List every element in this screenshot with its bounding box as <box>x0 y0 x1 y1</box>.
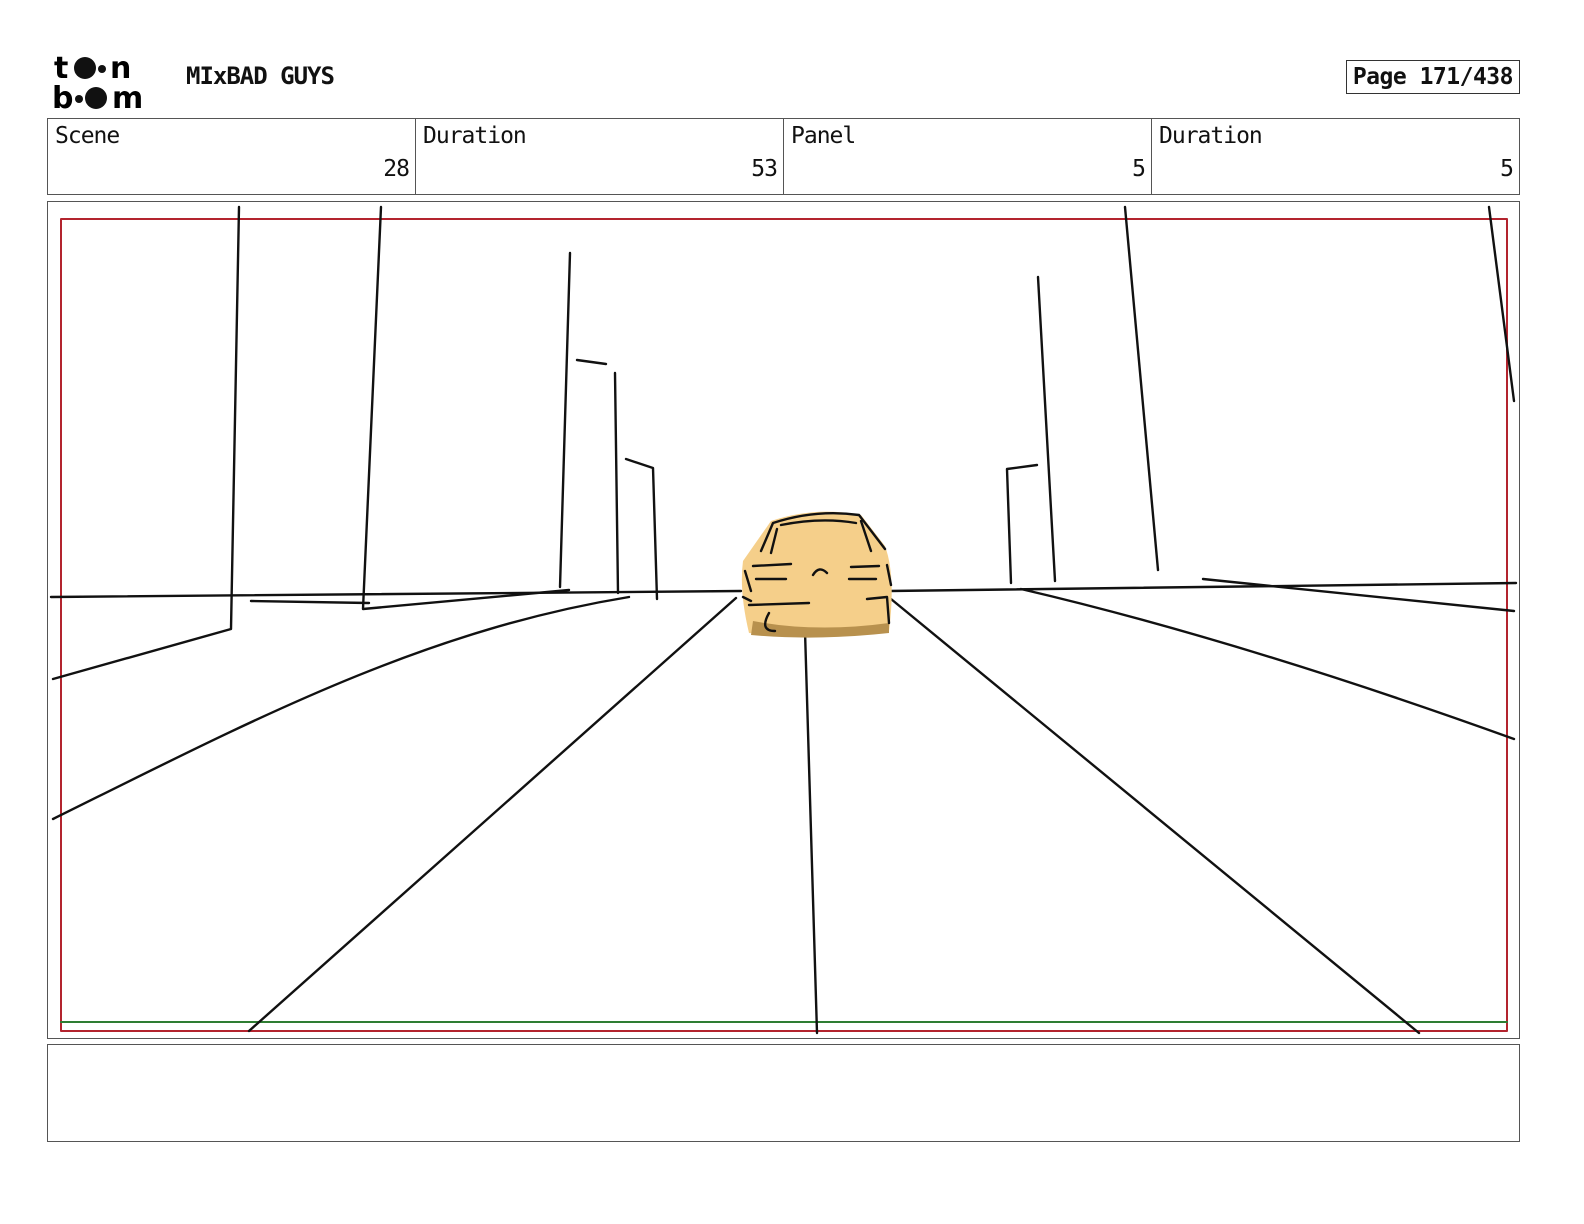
panel-duration-value: 5 <box>1500 156 1514 182</box>
building-right-1 <box>1005 275 1057 585</box>
scene-duration-value: 53 <box>751 156 778 182</box>
building-right-3 <box>1487 205 1516 403</box>
scene-duration-label: Duration <box>423 123 527 149</box>
page-indicator: Page 171/438 <box>1345 60 1520 94</box>
road-line-left <box>247 596 738 1033</box>
scene-duration-cell: Duration 53 <box>416 119 784 194</box>
taxi-car <box>741 511 893 638</box>
scene-value: 28 <box>383 156 410 182</box>
scene-cell: Scene 28 <box>48 119 416 194</box>
toon-boom-logo: t n b m <box>52 51 143 112</box>
scene-label: Scene <box>55 123 120 149</box>
road-edge-left <box>51 595 631 821</box>
panel-value: 5 <box>1132 156 1146 182</box>
panel-label: Panel <box>791 123 856 149</box>
road-line-right <box>889 597 1421 1035</box>
notes-box <box>47 1044 1520 1142</box>
panel-duration-cell: Duration 5 <box>1152 119 1519 194</box>
building-left-3 <box>558 251 659 601</box>
project-title: MIxBAD GUYS <box>186 62 335 90</box>
svg-text:m: m <box>112 81 143 112</box>
building-left-2 <box>361 205 571 611</box>
sidewalk-left <box>249 599 371 605</box>
panel-duration-label: Duration <box>1159 123 1263 149</box>
building-right-2 <box>1123 205 1160 572</box>
panel-sketch <box>49 205 1518 1035</box>
building-left-1 <box>51 205 241 681</box>
svg-text:b: b <box>52 81 73 112</box>
panel-cell: Panel 5 <box>784 119 1152 194</box>
scene-info-row: Scene 28 Duration 53 Panel 5 Duration 5 <box>47 118 1520 195</box>
road-line-center <box>803 629 819 1035</box>
road-edge-right <box>1019 587 1516 741</box>
storyboard-panel <box>47 201 1520 1039</box>
